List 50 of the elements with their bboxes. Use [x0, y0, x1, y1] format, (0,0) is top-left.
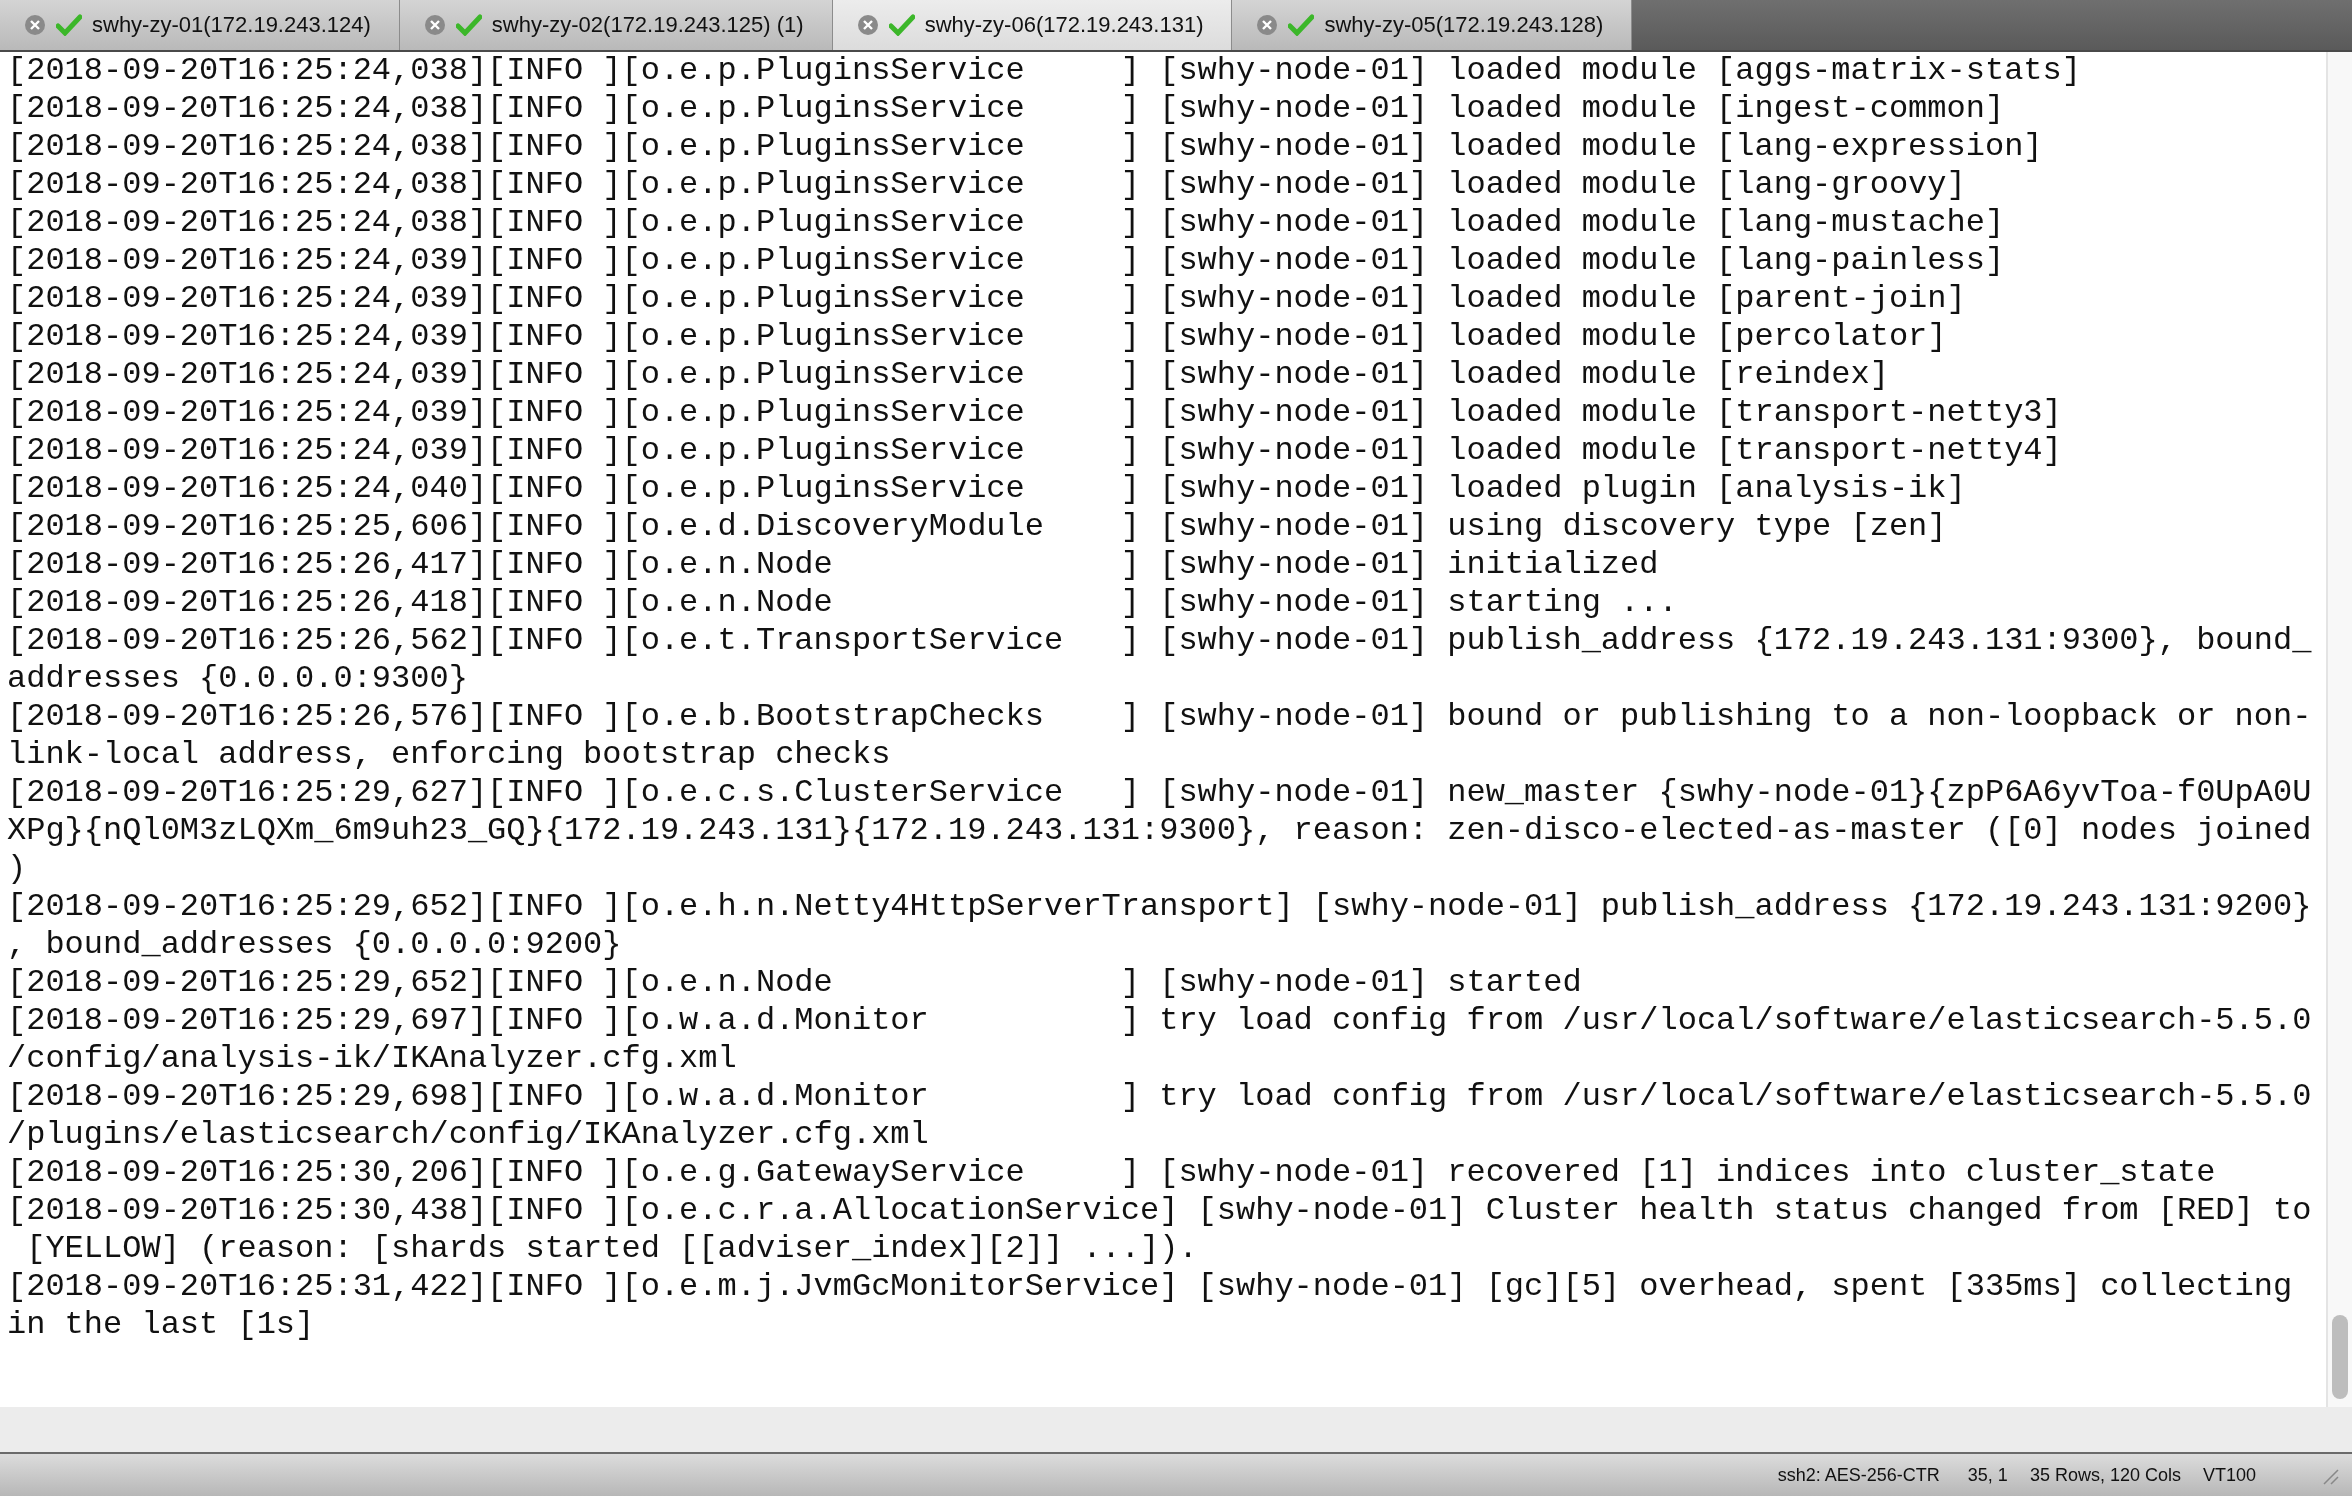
tab[interactable]: swhy-zy-01(172.19.243.124) — [0, 0, 400, 50]
log-line: [2018-09-20T16:25:26,562][INFO ][o.e.t.TransportService ] [swhy-node-01] publish_address {172.19.243.131:9300}, bound_ — [7, 622, 2313, 660]
log-line: [YELLOW] (reason: [shards started [[adviser_index][2]] ...]). — [25, 1230, 1199, 1268]
tab-label: swhy-zy-01(172.19.243.124) — [92, 12, 371, 38]
log-line: [2018-09-20T16:25:24,038][INFO ][o.e.p.PluginsService ] [swhy-node-01] loaded module [lang-expression] — [7, 128, 2044, 166]
close-icon[interactable] — [856, 14, 879, 36]
log-line: in the last [1s] — [7, 1306, 316, 1344]
log-line: [2018-09-20T16:25:24,039][INFO ][o.e.p.PluginsService ] [swhy-node-01] loaded module [lang-painless] — [7, 242, 2006, 280]
log-line: [2018-09-20T16:25:30,206][INFO ][o.e.g.GatewayService ] [swhy-node-01] recovered [1] indices into cluster_state — [7, 1154, 2217, 1192]
log-line: [2018-09-20T16:25:24,039][INFO ][o.e.p.PluginsService ] [swhy-node-01] loaded module [parent-join] — [7, 280, 1967, 318]
tab-label: swhy-zy-02(172.19.243.125) (1) — [491, 12, 804, 38]
log-line: [2018-09-20T16:25:24,038][INFO ][o.e.p.PluginsService ] [swhy-node-01] loaded module [lang-mustache] — [7, 204, 2006, 242]
log-line: [2018-09-20T16:25:26,417][INFO ][o.e.n.Node ] [swhy-node-01] initialized — [7, 546, 1660, 584]
log-line: , bound_addresses {0.0.0.0:9200} — [7, 926, 623, 964]
log-line: [2018-09-20T16:25:24,038][INFO ][o.e.p.PluginsService ] [swhy-node-01] loaded module [lang-groovy] — [7, 166, 1967, 204]
log-line: [2018-09-20T16:25:24,038][INFO ][o.e.p.PluginsService ] [swhy-node-01] loaded module [ingest-common] — [7, 90, 2006, 128]
log-line: [2018-09-20T16:25:26,418][INFO ][o.e.n.Node ] [swhy-node-01] starting ... — [7, 584, 1679, 622]
tab[interactable]: swhy-zy-05(172.19.243.128) — [1232, 0, 1633, 50]
log-line: [2018-09-20T16:25:29,627][INFO ][o.e.c.s.ClusterService ] [swhy-node-01] new_master {swhy-node-01}{zpP6A6yvToa-f0UpA0U — [7, 774, 2313, 812]
log-line: [2018-09-20T16:25:24,039][INFO ][o.e.p.PluginsService ] [swhy-node-01] loaded module [transport-netty3] — [7, 394, 2063, 432]
tab[interactable]: swhy-zy-06(172.19.243.131) — [832, 0, 1233, 50]
log-line: ) — [7, 850, 28, 888]
log-line: [2018-09-20T16:25:29,698][INFO ][o.w.a.d.Monitor ] try load config from /usr/local/software/elasticsearch-5.5.0 — [7, 1078, 2313, 1116]
log-line: [2018-09-20T16:25:30,438][INFO ][o.e.c.r.a.AllocationService] [swhy-node-01] Cluster health status changed from [RED] to — [7, 1192, 2313, 1230]
log-line: link-local address, enforcing bootstrap checks — [7, 736, 892, 774]
close-icon[interactable] — [24, 14, 46, 36]
emulation-type: VT100 — [2202, 1464, 2256, 1486]
log-line: [2018-09-20T16:25:24,040][INFO ][o.e.p.PluginsService ] [swhy-node-01] loaded plugin [analysis-ik] — [7, 470, 1967, 508]
log-line: [2018-09-20T16:25:24,039][INFO ][o.e.p.PluginsService ] [swhy-node-01] loaded module [reindex] — [7, 356, 1890, 394]
log-line: [2018-09-20T16:25:24,039][INFO ][o.e.p.PluginsService ] [swhy-node-01] loaded module [transport-netty4] — [7, 432, 2063, 470]
log-line: [2018-09-20T16:25:26,576][INFO ][o.e.b.BootstrapChecks ] [swhy-node-01] bound or publishing to a non-loopback or non- — [7, 698, 2313, 736]
log-line: [2018-09-20T16:25:29,697][INFO ][o.w.a.d.Monitor ] try load config from /usr/local/software/elasticsearch-5.5.0 — [7, 1002, 2313, 1040]
tab[interactable]: swhy-zy-02(172.19.243.125) (1) — [399, 0, 833, 50]
log-line: [2018-09-20T16:25:29,652][INFO ][o.e.n.Node ] [swhy-node-01] started — [7, 964, 1583, 1002]
close-icon[interactable] — [423, 14, 446, 36]
cipher-text: ssh2: AES-256-CTR — [1777, 1464, 1940, 1486]
log-line: [2018-09-20T16:25:31,422][INFO ][o.e.m.j.JvmGcMonitorService] [swhy-node-01] [gc][5] overhead, spent [335ms] collecting — [7, 1268, 2294, 1306]
log-line: /config/analysis-ik/IKAnalyzer.cfg.xml — [7, 1040, 738, 1078]
log-line: [2018-09-20T16:25:25,606][INFO ][o.e.d.DiscoveryModule ] [swhy-node-01] using discovery type [zen] — [7, 508, 1948, 546]
log-line: [2018-09-20T16:25:24,038][INFO ][o.e.p.PluginsService ] [swhy-node-01] loaded module [aggs-matrix-stats] — [7, 52, 2082, 90]
close-icon[interactable] — [1256, 14, 1279, 36]
cursor-position: 35, 1 — [1967, 1464, 2008, 1486]
tab-label: swhy-zy-05(172.19.243.128) — [1324, 12, 1604, 38]
log-line: [2018-09-20T16:25:29,652][INFO ][o.e.h.n.Netty4HttpServerTransport] [swhy-node-01] publish_address {172.19.243.131:9200} — [7, 888, 2313, 926]
terminal-size: 35 Rows, 120 Cols — [2029, 1464, 2181, 1486]
log-line: XPg}{nQl0M3zLQXm_6m9uh23_GQ}{172.19.243.131}{172.19.243.131:9300}, reason: zen-disco-elected-as-master ([0] nodes joined — [7, 812, 2313, 850]
log-line: /plugins/elasticsearch/config/IKAnalyzer.cfg.xml — [7, 1116, 930, 1154]
log-line: [2018-09-20T16:25:24,039][INFO ][o.e.p.PluginsService ] [swhy-node-01] loaded module [percolator] — [7, 318, 1948, 356]
log-line: addresses {0.0.0.0:9300} — [7, 660, 469, 698]
tab-label: swhy-zy-06(172.19.243.131) — [924, 12, 1204, 38]
